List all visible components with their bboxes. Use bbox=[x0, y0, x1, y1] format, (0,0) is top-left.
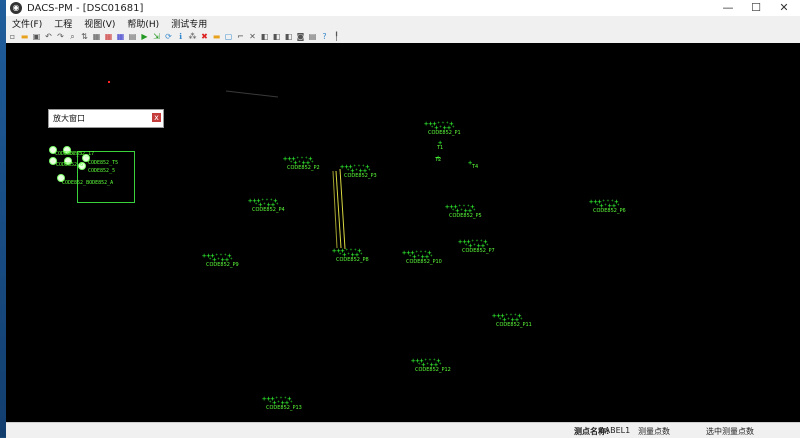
pin-icon[interactable]: ╿ bbox=[332, 32, 341, 41]
close-button[interactable]: ✕ bbox=[770, 0, 798, 16]
zoom-point-label: CODE852_5 bbox=[88, 168, 116, 174]
zoom-point-label: CODE852_T5 bbox=[88, 160, 119, 166]
help-icon[interactable]: ? bbox=[320, 32, 329, 41]
zoom-point-label: CODE852_BODE852_A bbox=[62, 180, 114, 186]
calc-icon[interactable]: ▤ bbox=[308, 32, 317, 41]
target-cluster-label: CODE852_P3 bbox=[344, 173, 377, 179]
grid-blue-icon[interactable]: ▦ bbox=[116, 32, 125, 41]
target-cluster-label: CODE852_P4 bbox=[252, 207, 285, 213]
info-icon[interactable]: ℹ bbox=[176, 32, 185, 41]
status-bar: 测点名称: LABEL1 测量点数 选中测量点数 bbox=[6, 422, 800, 438]
zoom-window-title: 放大窗口 bbox=[53, 114, 85, 123]
tool-a-icon[interactable]: ⁂ bbox=[188, 32, 197, 41]
folder-icon[interactable]: ▬ bbox=[212, 32, 221, 41]
zoom-window-close-button[interactable]: x bbox=[152, 113, 161, 122]
measurement-canvas[interactable]: 放大窗口 x CODE852_17 CODE852_T5 CODE852_5 C… bbox=[6, 43, 800, 422]
dacs-app-icon: ◉ bbox=[10, 2, 22, 14]
single-target-marker[interactable]: + bbox=[468, 160, 472, 167]
title-bar: ◉ DACS-PM - [DSC01681] — ☐ ✕ bbox=[6, 0, 800, 16]
zoom-point-label: CODE852_6 bbox=[56, 162, 84, 168]
menu-file[interactable]: 文件(F) bbox=[6, 17, 48, 30]
zoom-icon[interactable]: ⌕ bbox=[68, 32, 77, 41]
measure-count: 测量点数 bbox=[638, 427, 670, 436]
app-window: ◉ DACS-PM - [DSC01681] — ☐ ✕ 文件(F) 工程 视图… bbox=[6, 0, 800, 438]
export-icon[interactable]: ⇲ bbox=[152, 32, 161, 41]
target-cluster-label: CODE852_P10 bbox=[406, 259, 442, 265]
single-target-marker[interactable]: + bbox=[436, 155, 440, 162]
target-cluster-label: CODE852_P2 bbox=[287, 165, 320, 171]
target-cluster-label: CODE852_P9 bbox=[206, 262, 239, 268]
single-target-marker[interactable]: + bbox=[438, 140, 442, 147]
target-cluster-label: CODE852_P8 bbox=[336, 257, 369, 263]
grid-icon[interactable]: ▦ bbox=[92, 32, 101, 41]
single-target-label: T4 bbox=[472, 164, 479, 170]
node-a-icon[interactable]: ◧ bbox=[260, 32, 269, 41]
origin-marker bbox=[108, 81, 110, 83]
menu-view[interactable]: 视图(V) bbox=[78, 17, 121, 30]
redo-icon[interactable]: ↷ bbox=[56, 32, 65, 41]
window-icon[interactable]: ▢ bbox=[224, 32, 233, 41]
stop-icon[interactable]: ✖ bbox=[200, 32, 209, 41]
new-file-icon[interactable]: ▫ bbox=[8, 32, 17, 41]
minimize-button[interactable]: — bbox=[714, 0, 742, 16]
target-cluster-label: CODE852_P7 bbox=[462, 248, 495, 254]
grid-red-icon[interactable]: ▦ bbox=[104, 32, 113, 41]
crop-icon[interactable]: ⌐ bbox=[236, 32, 245, 41]
select-icon[interactable]: ▣ bbox=[32, 32, 41, 41]
undo-icon[interactable]: ↶ bbox=[44, 32, 53, 41]
maximize-button[interactable]: ☐ bbox=[742, 0, 770, 16]
zoom-window: 放大窗口 x bbox=[48, 109, 164, 128]
zoom-point-label: CODE852_3 bbox=[55, 151, 83, 157]
target-cluster-label: CODE852_P5 bbox=[449, 213, 482, 219]
window-title: DACS-PM - [DSC01681] bbox=[27, 2, 144, 14]
layers-icon[interactable]: ▤ bbox=[128, 32, 137, 41]
menu-project[interactable]: 工程 bbox=[48, 17, 78, 30]
measure-icon[interactable]: ⇅ bbox=[80, 32, 89, 41]
camera-icon[interactable]: ◙ bbox=[296, 32, 305, 41]
menu-test[interactable]: 测试专用 bbox=[165, 17, 213, 30]
run-icon[interactable]: ▶ bbox=[140, 32, 149, 41]
refresh-icon[interactable]: ⟳ bbox=[164, 32, 173, 41]
node-b-icon[interactable]: ◧ bbox=[272, 32, 281, 41]
open-folder-icon[interactable]: ▬ bbox=[20, 32, 29, 41]
toolbar: ▫ ▬ ▣ ↶ ↷ ⌕ ⇅ ▦ ▦ ▦ ▤ ▶ ⇲ ⟳ ℹ ⁂ ✖ ▬ ▢ ⌐ ✕ ◧ ◧ ◧ ◙ ▤? ╿ bbox=[6, 30, 800, 44]
target-cluster-label: CODE852_P13 bbox=[266, 405, 302, 411]
scene-lines bbox=[225, 90, 346, 250]
point-name-value: LABEL1 bbox=[600, 426, 631, 435]
cross-icon[interactable]: ✕ bbox=[248, 32, 257, 41]
selected-count: 选中测量点数 bbox=[706, 427, 754, 436]
target-cluster-label: CODE852_P6 bbox=[593, 208, 626, 214]
target-cluster-label: CODE852_P11 bbox=[496, 322, 532, 328]
node-c-icon[interactable]: ◧ bbox=[284, 32, 293, 41]
target-cluster-label: CODE852_P1 bbox=[428, 130, 461, 136]
menu-help[interactable]: 帮助(H) bbox=[121, 17, 165, 30]
target-cluster-label: CODE852_P12 bbox=[415, 367, 451, 373]
menu-bar: 文件(F) 工程 视图(V) 帮助(H) 测试专用 bbox=[6, 16, 800, 30]
